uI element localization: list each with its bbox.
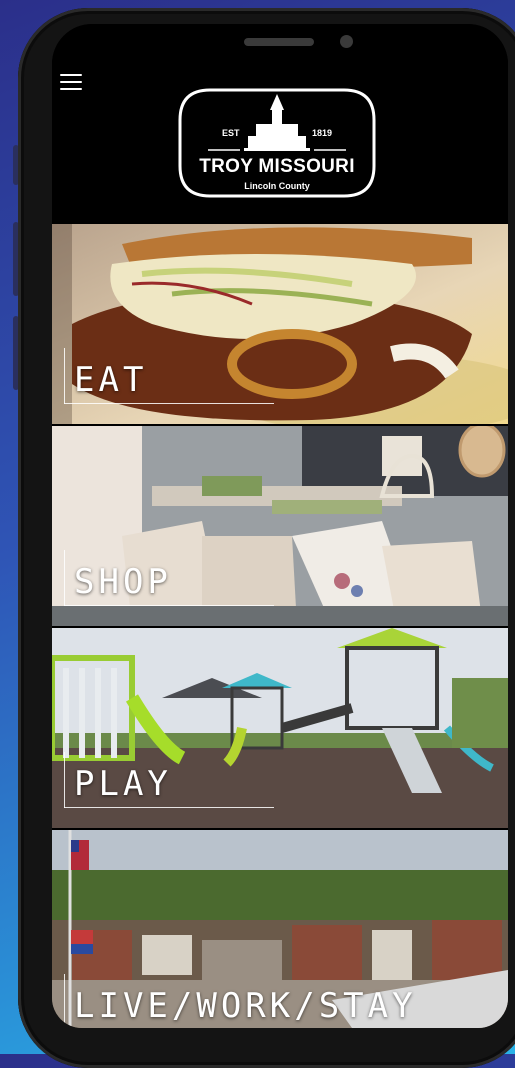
tile-shop[interactable]: SHOP — [52, 426, 508, 626]
logo-est-text: EST — [222, 128, 240, 138]
hamburger-icon[interactable] — [60, 74, 82, 90]
troy-missouri-logo[interactable]: EST 1819 TROY MISSOURI Lincoln County — [174, 68, 380, 200]
tile-label-live-work-stay: LIVE/WORK/STAY — [64, 974, 417, 1028]
tile-play[interactable]: PLAY — [52, 628, 508, 828]
phone-notch — [144, 24, 412, 68]
tile-label-play: PLAY — [64, 752, 274, 808]
logo-subtitle: Lincoln County — [244, 181, 310, 191]
tile-label-shop: SHOP — [64, 550, 274, 606]
tile-live-work-stay[interactable]: LIVE/WORK/STAY — [52, 830, 508, 1028]
tile-eat[interactable]: EAT — [52, 224, 508, 424]
app-screen: EST 1819 TROY MISSOURI Lincoln County EA… — [52, 24, 508, 1028]
logo-year-text: 1819 — [311, 128, 332, 138]
tile-label-eat: EAT — [64, 348, 276, 404]
logo-title: TROY MISSOURI — [199, 156, 355, 177]
courthouse-icon — [244, 94, 310, 151]
front-camera — [340, 35, 353, 48]
speaker-grille — [244, 38, 314, 46]
